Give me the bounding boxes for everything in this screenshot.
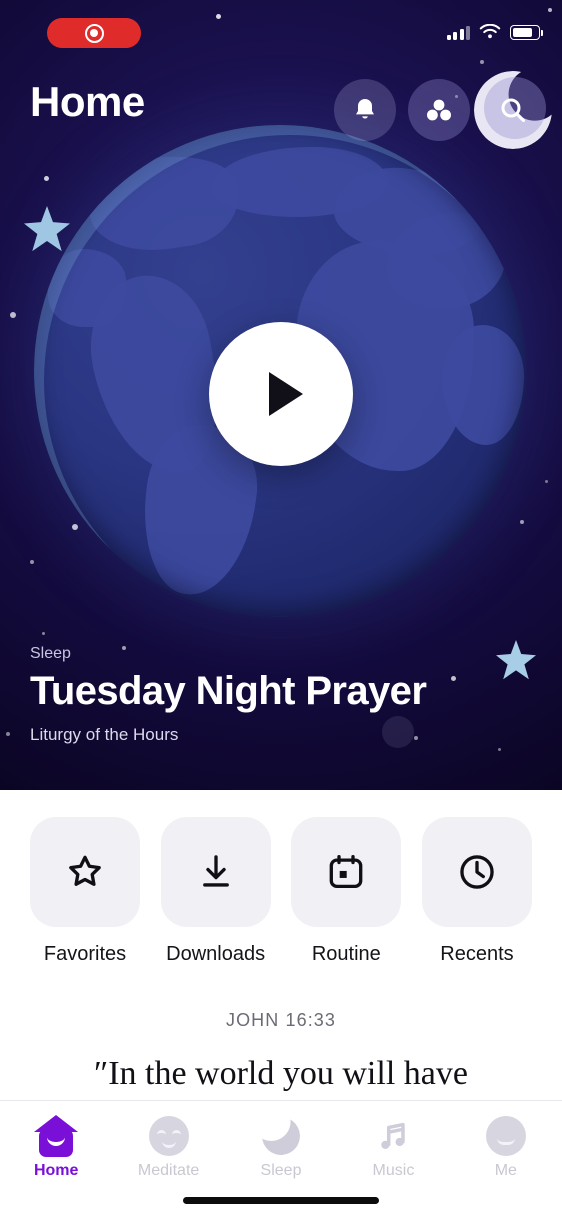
moon-icon bbox=[257, 1112, 305, 1160]
tab-sleep[interactable]: Sleep bbox=[225, 1112, 337, 1180]
hero-category: Sleep bbox=[30, 645, 71, 663]
tab-label: Meditate bbox=[137, 1162, 200, 1179]
verse-section: JOHN 16:33 ″In the world you will have bbox=[0, 1010, 562, 1094]
download-icon bbox=[202, 855, 229, 887]
search-button[interactable] bbox=[474, 71, 552, 149]
tab-label: Me bbox=[494, 1162, 517, 1179]
quick-action-label: Routine bbox=[311, 943, 381, 965]
page-title: Home bbox=[30, 78, 145, 125]
community-button[interactable] bbox=[408, 79, 470, 141]
hero-subtitle: Liturgy of the Hours bbox=[30, 725, 179, 744]
header-actions bbox=[334, 71, 552, 149]
tab-home[interactable]: Home bbox=[0, 1113, 112, 1180]
record-icon bbox=[84, 23, 104, 43]
bell-icon bbox=[356, 99, 374, 119]
play-button[interactable] bbox=[209, 322, 353, 466]
tab-label: Home bbox=[33, 1162, 79, 1179]
decorative-star-icon bbox=[24, 206, 70, 252]
quick-action-favorites[interactable]: Favorites bbox=[30, 817, 140, 966]
search-icon bbox=[501, 98, 525, 122]
hero-section: Home Sleep Tuesday Night Prayer Liturgy … bbox=[0, 0, 562, 790]
wifi-icon bbox=[479, 24, 501, 39]
home-icon bbox=[34, 1115, 79, 1157]
quick-action-label: Favorites bbox=[43, 943, 127, 965]
music-note-icon bbox=[381, 1122, 406, 1149]
tab-label: Sleep bbox=[260, 1162, 302, 1179]
tab-me[interactable]: Me bbox=[450, 1113, 562, 1180]
profile-face-icon bbox=[485, 1116, 526, 1156]
quick-action-label: Downloads bbox=[166, 943, 266, 965]
calendar-icon bbox=[329, 854, 363, 889]
home-indicator[interactable] bbox=[183, 1197, 379, 1204]
decorative-orb bbox=[382, 716, 414, 748]
quick-action-routine[interactable]: Routine bbox=[291, 817, 402, 966]
notifications-button[interactable] bbox=[334, 79, 396, 141]
clock-icon bbox=[460, 855, 494, 889]
sleepy-face-icon bbox=[148, 1116, 189, 1156]
tab-music[interactable]: Music bbox=[337, 1113, 449, 1180]
tab-meditate[interactable]: Meditate bbox=[112, 1113, 224, 1180]
star-icon bbox=[69, 855, 101, 886]
decorative-star-icon-right bbox=[496, 640, 536, 680]
status-bar bbox=[0, 0, 562, 62]
hero-copy: Sleep Tuesday Night Prayer Liturgy of th… bbox=[30, 645, 427, 745]
verse-text: ″In the world you will have bbox=[94, 1055, 468, 1092]
verse-reference: JOHN 16:33 bbox=[225, 1010, 337, 1030]
status-icons bbox=[446, 24, 543, 40]
play-icon bbox=[268, 372, 303, 416]
cellular-signal-icon bbox=[446, 26, 470, 40]
quick-actions: Favorites Downloads Routine Recents bbox=[0, 790, 562, 966]
quick-action-recents[interactable]: Recents bbox=[421, 817, 532, 966]
page-header: Home bbox=[0, 71, 562, 252]
quick-action-label: Recents bbox=[440, 943, 514, 965]
hero-title: Tuesday Night Prayer bbox=[30, 669, 427, 714]
tab-label: Music bbox=[372, 1162, 415, 1179]
quick-action-downloads[interactable]: Downloads bbox=[160, 817, 271, 966]
battery-icon bbox=[510, 25, 543, 40]
record-indicator[interactable] bbox=[47, 18, 141, 48]
groups-icon bbox=[427, 99, 451, 121]
